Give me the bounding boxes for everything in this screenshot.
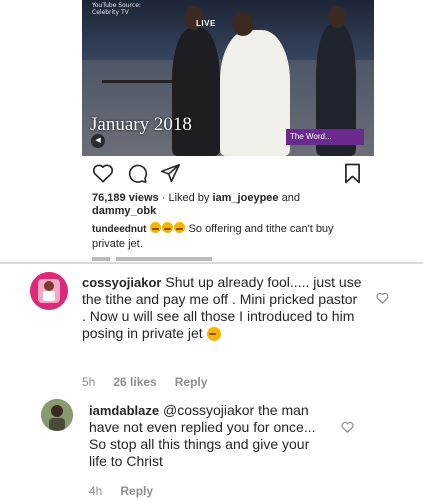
comment-meta: 4h Reply: [89, 484, 171, 498]
video-person-left: [172, 28, 220, 156]
comment-username[interactable]: cossyojiakor: [82, 275, 162, 290]
comment-heart-icon[interactable]: [376, 291, 389, 309]
comment-heart-icon[interactable]: [341, 420, 354, 438]
reply-button[interactable]: Reply: [120, 484, 153, 498]
sound-icon[interactable]: ◀: [91, 134, 105, 148]
liked-by-and: and: [278, 192, 300, 204]
liked-by-user-2[interactable]: dammy_obk: [92, 205, 156, 217]
video-person-center: [220, 30, 290, 156]
bookmark-icon[interactable]: [344, 163, 361, 189]
emoji-icon: [173, 222, 185, 233]
video-source-text: YouTube Source: Celebrity TV: [92, 2, 141, 16]
comment-mention[interactable]: @cossyojiakor: [163, 402, 254, 418]
share-icon[interactable]: [160, 163, 181, 189]
reply-button[interactable]: Reply: [175, 375, 208, 389]
video-badge: The Word...: [286, 129, 364, 145]
caption-username[interactable]: tundeednut: [92, 224, 146, 235]
comment-icon[interactable]: [127, 163, 148, 189]
emoji-icon: [161, 222, 173, 233]
comment-likes[interactable]: 26 likes: [113, 375, 156, 389]
video-source-line2: Celebrity TV: [92, 9, 129, 16]
liked-by-prefix: · Liked by: [158, 192, 213, 204]
comment-text: iamdablaze @cossyojiakor the man have no…: [89, 402, 321, 470]
video-person-center-head: [232, 12, 254, 36]
comment-username[interactable]: iamdablaze: [89, 403, 159, 418]
divider: [0, 262, 423, 264]
comment-item: cossyojiakor Shut up already fool..... j…: [0, 265, 423, 393]
post-actions: [92, 163, 362, 185]
comment-meta: 5h 26 likes Reply: [82, 375, 225, 389]
comment-time: 4h: [89, 484, 103, 498]
post-stats: 76,189 views · Liked by iam_joeypee and …: [92, 192, 362, 218]
caption-cutoff-line: [92, 257, 212, 261]
comment-item: iamdablaze @cossyojiakor the man have no…: [0, 393, 423, 503]
emoji-icon: [149, 222, 161, 233]
liked-by-user[interactable]: iam_joeypee: [212, 192, 278, 204]
heart-icon[interactable]: [92, 163, 114, 188]
avatar[interactable]: [41, 399, 73, 431]
post-caption: tundeednut So offering and tithe can't b…: [92, 222, 362, 252]
laughing-emoji-icon: [206, 327, 221, 341]
video-person-right-head: [328, 6, 346, 28]
view-count: 76,189 views: [92, 192, 159, 204]
post-video[interactable]: YouTube Source: Celebrity TV LIVE Januar…: [82, 0, 374, 156]
video-date-overlay: January 2018: [90, 114, 192, 135]
live-label: LIVE: [196, 19, 216, 28]
comment-text: cossyojiakor Shut up already fool..... j…: [82, 274, 362, 342]
avatar[interactable]: [30, 272, 68, 310]
comment-time: 5h: [82, 375, 96, 389]
video-source-line1: YouTube Source:: [92, 2, 141, 9]
